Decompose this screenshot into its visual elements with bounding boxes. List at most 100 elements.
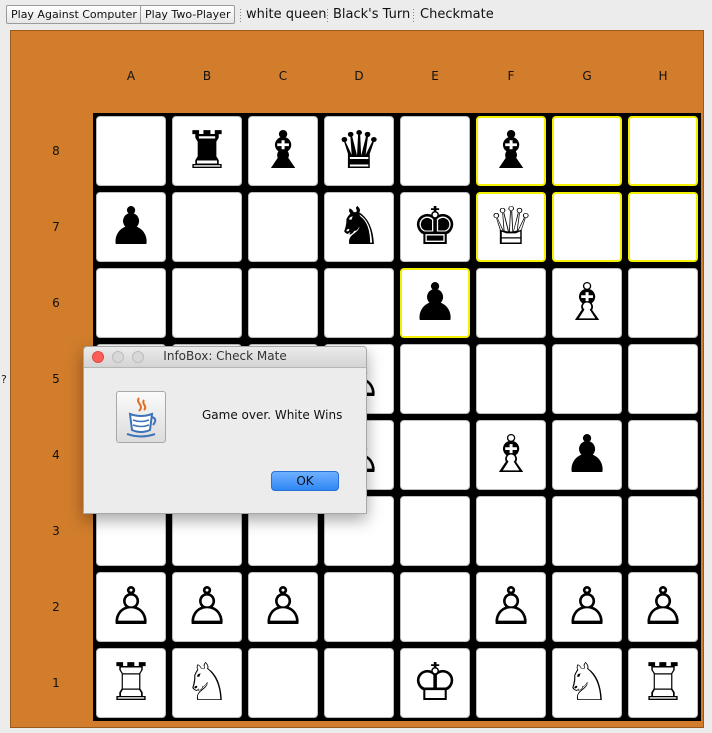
square-f4[interactable]: ♗	[476, 420, 546, 490]
square-h3[interactable]	[628, 496, 698, 566]
rank-label-4: 4	[52, 448, 60, 462]
square-e5[interactable]	[400, 344, 470, 414]
square-c6[interactable]	[248, 268, 318, 338]
black-pawn-icon: ♟	[107, 197, 155, 257]
file-label-a: A	[126, 69, 136, 83]
square-g6[interactable]: ♗	[552, 268, 622, 338]
turn-label: Black's Turn	[333, 7, 411, 22]
rank-label-5: 5	[52, 372, 60, 386]
square-c2[interactable]: ♙	[248, 572, 318, 642]
square-g3[interactable]	[552, 496, 622, 566]
file-label-c: C	[278, 69, 288, 83]
black-bishop-icon: ♝	[487, 121, 535, 181]
separator	[240, 9, 241, 22]
square-f2[interactable]: ♙	[476, 572, 546, 642]
white-pawn-icon: ♙	[563, 577, 611, 637]
separator	[327, 9, 328, 22]
square-e4[interactable]	[400, 420, 470, 490]
black-knight-icon: ♞	[335, 197, 383, 257]
square-f1[interactable]	[476, 648, 546, 718]
square-e6[interactable]: ♟	[400, 268, 470, 338]
white-rook-icon: ♖	[107, 653, 155, 713]
white-pawn-icon: ♙	[259, 577, 307, 637]
white-pawn-icon: ♙	[107, 577, 155, 637]
file-label-h: H	[658, 69, 668, 83]
toolbar: Play Against Computer Play Two-Player wh…	[0, 0, 712, 30]
separator	[413, 9, 414, 22]
square-e3[interactable]	[400, 496, 470, 566]
rank-label-1: 1	[52, 676, 60, 690]
white-king-icon: ♔	[411, 653, 459, 713]
square-f7[interactable]: ♕	[476, 192, 546, 262]
square-c7[interactable]	[248, 192, 318, 262]
square-e8[interactable]	[400, 116, 470, 186]
game-status-label: Checkmate	[420, 7, 494, 22]
square-b6[interactable]	[172, 268, 242, 338]
square-g4[interactable]: ♟	[552, 420, 622, 490]
play-against-computer-button[interactable]: Play Against Computer	[6, 5, 142, 24]
square-e1[interactable]: ♔	[400, 648, 470, 718]
file-label-g: G	[582, 69, 592, 83]
square-g2[interactable]: ♙	[552, 572, 622, 642]
rank-label-7: 7	[52, 220, 60, 234]
square-f6[interactable]	[476, 268, 546, 338]
play-two-player-button[interactable]: Play Two-Player	[140, 5, 236, 24]
file-label-b: B	[202, 69, 212, 83]
square-b1[interactable]: ♘	[172, 648, 242, 718]
square-h8[interactable]	[628, 116, 698, 186]
square-b8[interactable]: ♜	[172, 116, 242, 186]
white-pawn-icon: ♙	[183, 577, 231, 637]
checkmate-dialog: InfoBox: Check Mate Game over. White Win…	[83, 346, 367, 514]
square-g1[interactable]: ♘	[552, 648, 622, 718]
square-f8[interactable]: ♝	[476, 116, 546, 186]
ok-button[interactable]: OK	[271, 471, 339, 491]
side-marker: ?	[1, 373, 7, 386]
square-a2[interactable]: ♙	[96, 572, 166, 642]
square-a8[interactable]	[96, 116, 166, 186]
square-b7[interactable]	[172, 192, 242, 262]
white-knight-icon: ♘	[183, 653, 231, 713]
white-bishop-icon: ♗	[487, 425, 535, 485]
file-label-e: E	[431, 69, 439, 83]
square-c8[interactable]: ♝	[248, 116, 318, 186]
black-bishop-icon: ♝	[259, 121, 307, 181]
square-h7[interactable]	[628, 192, 698, 262]
square-h6[interactable]	[628, 268, 698, 338]
square-a6[interactable]	[96, 268, 166, 338]
square-h5[interactable]	[628, 344, 698, 414]
rank-label-2: 2	[52, 600, 60, 614]
white-pawn-icon: ♙	[639, 577, 687, 637]
square-e7[interactable]: ♚	[400, 192, 470, 262]
square-g8[interactable]	[552, 116, 622, 186]
rank-label-8: 8	[52, 144, 60, 158]
square-f3[interactable]	[476, 496, 546, 566]
white-pawn-icon: ♙	[487, 577, 535, 637]
square-b2[interactable]: ♙	[172, 572, 242, 642]
square-a7[interactable]: ♟	[96, 192, 166, 262]
square-h1[interactable]: ♖	[628, 648, 698, 718]
square-h4[interactable]	[628, 420, 698, 490]
black-queen-icon: ♛	[335, 121, 383, 181]
square-d8[interactable]: ♛	[324, 116, 394, 186]
rank-label-6: 6	[52, 296, 60, 310]
square-c1[interactable]	[248, 648, 318, 718]
square-h2[interactable]: ♙	[628, 572, 698, 642]
square-f5[interactable]	[476, 344, 546, 414]
black-rook-icon: ♜	[183, 121, 231, 181]
square-d7[interactable]: ♞	[324, 192, 394, 262]
square-d1[interactable]	[324, 648, 394, 718]
square-g7[interactable]	[552, 192, 622, 262]
black-king-icon: ♚	[411, 197, 459, 257]
white-bishop-icon: ♗	[563, 273, 611, 333]
black-pawn-icon: ♟	[411, 273, 459, 333]
square-e2[interactable]	[400, 572, 470, 642]
java-icon	[116, 391, 166, 443]
dialog-title: InfoBox: Check Mate	[163, 349, 287, 363]
white-knight-icon: ♘	[563, 653, 611, 713]
file-label-f: F	[507, 69, 515, 83]
square-a1[interactable]: ♖	[96, 648, 166, 718]
white-rook-icon: ♖	[639, 653, 687, 713]
square-d2[interactable]	[324, 572, 394, 642]
square-g5[interactable]	[552, 344, 622, 414]
square-d6[interactable]	[324, 268, 394, 338]
